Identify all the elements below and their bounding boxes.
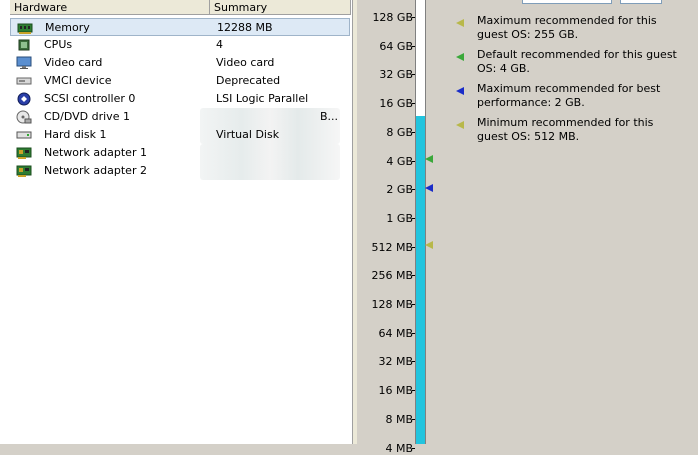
legend-text: Maximum recommended for best performance… [477, 82, 661, 109]
memory-scale-tick-mark [412, 189, 415, 190]
green-triangle-icon [456, 53, 464, 61]
memory-icon [17, 23, 33, 34]
device-icon [16, 77, 32, 85]
memory-scale-tick-label: 64 MB [378, 327, 413, 340]
list-left-margin [0, 0, 10, 444]
legend-text: Minimum recommended for this guest OS: 5… [477, 116, 654, 143]
yellow-triangle-icon [456, 121, 464, 129]
hardware-row-network-adapter-1[interactable]: Network adapter 1 [10, 144, 350, 162]
legend-text: Default recommended for this guest OS: 4… [477, 48, 677, 75]
hardware-summary-truncated: B... [320, 110, 339, 123]
hardware-name: SCSI controller 0 [44, 92, 136, 105]
memory-scale-tick-label: 4 GB [386, 155, 413, 168]
hardware-summary: 4 [216, 38, 223, 51]
hardware-name: CPUs [44, 38, 73, 51]
memory-scale-tick-mark [412, 218, 415, 219]
hardware-row-network-adapter-2[interactable]: Network adapter 2 [10, 162, 350, 180]
legend-text: Maximum recommended for this guest OS: 2… [477, 14, 657, 41]
column-header-summary[interactable]: Summary [210, 0, 351, 15]
memory-scale-tick-label: 64 GB [379, 40, 413, 53]
blue-triangle-icon [456, 87, 464, 95]
yellow-triangle-icon [456, 19, 464, 27]
memory-scale-tick-mark [412, 247, 415, 248]
memory-scale-tick-mark [412, 304, 415, 305]
memory-unit-field[interactable] [620, 0, 662, 4]
scsi-icon [17, 92, 31, 106]
memory-scale-tick-label: 128 GB [372, 11, 413, 24]
memory-scale-tick-label: 128 MB [371, 298, 413, 311]
hardware-summary: 12288 MB [217, 21, 273, 34]
hardware-summary: Virtual Disk [216, 128, 280, 141]
hardware-summary: LSI Logic Parallel [216, 92, 309, 105]
memory-scale-tick-label: 16 MB [378, 384, 413, 397]
memory-scale-tick-mark [412, 390, 415, 391]
memory-scale-tick-mark [412, 275, 415, 276]
memory-scale-tick-label: 256 MB [371, 269, 413, 282]
memory-scale-tick-label: 512 MB [371, 241, 413, 254]
hardware-name: VMCI device [44, 74, 112, 87]
column-header-hardware[interactable]: Hardware [10, 0, 210, 15]
memory-scale-tick-mark [412, 333, 415, 334]
memory-scale-tick-mark [412, 419, 415, 420]
monitor-icon [16, 56, 32, 69]
memory-scale-tick-mark [412, 361, 415, 362]
hardware-name: Memory [45, 21, 90, 34]
memory-scale-tick-mark [412, 161, 415, 162]
memory-scale-tick-label: 32 GB [379, 68, 413, 81]
memory-scale-tick-label: 16 GB [379, 97, 413, 110]
memory-scale-tick-mark [412, 74, 415, 75]
memory-scale-tick-mark [412, 448, 415, 449]
hardware-summary: Deprecated [216, 74, 281, 87]
hardware-row-memory[interactable]: Memory 12288 MB [10, 18, 350, 36]
hardware-name: Network adapter 1 [44, 146, 147, 159]
memory-scale-tick-mark [412, 17, 415, 18]
memory-scale-tick-label: 8 MB [385, 413, 413, 426]
memory-scale-tick-label: 2 GB [386, 183, 413, 196]
hardware-list-pane: Hardware Summary Memory 12288 MB CPUs 4 … [0, 0, 357, 444]
cpu-icon [18, 39, 30, 51]
hardware-row-scsi-controller[interactable]: SCSI controller 0 LSI Logic Parallel [10, 90, 350, 108]
memory-slider-track[interactable] [415, 0, 426, 444]
hardware-row-cpus[interactable]: CPUs 4 [10, 36, 350, 54]
hardware-name: Network adapter 2 [44, 164, 147, 177]
hardware-summary: Video card [216, 56, 275, 69]
memory-scale-tick-label: 32 MB [378, 355, 413, 368]
memory-scale-tick-mark [412, 46, 415, 47]
network-card-icon [16, 147, 32, 159]
memory-scale-tick-mark [412, 132, 415, 133]
hardware-row-hard-disk[interactable]: Hard disk 1 Virtual Disk [10, 126, 350, 144]
hardware-name: CD/DVD drive 1 [44, 110, 130, 123]
memory-slider-fill [416, 116, 425, 444]
memory-scale-tick-label: 8 GB [386, 126, 413, 139]
hardware-name: Video card [44, 56, 103, 69]
hard-disk-icon [16, 131, 32, 139]
network-card-icon [16, 165, 32, 177]
blue-triangle-icon [425, 184, 433, 192]
hardware-row-vmci-device[interactable]: VMCI device Deprecated [10, 72, 350, 90]
hardware-row-cd-dvd-drive[interactable]: CD/DVD drive 1 B... [10, 108, 350, 126]
memory-scale-tick-mark [412, 103, 415, 104]
memory-value-field[interactable] [522, 0, 612, 4]
memory-scale-tick-label: 1 GB [386, 212, 413, 225]
green-triangle-icon [425, 155, 433, 163]
cd-drive-icon [16, 110, 32, 124]
hardware-row-video-card[interactable]: Video card Video card [10, 54, 350, 72]
hardware-name: Hard disk 1 [44, 128, 107, 141]
yellow-triangle-icon [425, 241, 433, 249]
